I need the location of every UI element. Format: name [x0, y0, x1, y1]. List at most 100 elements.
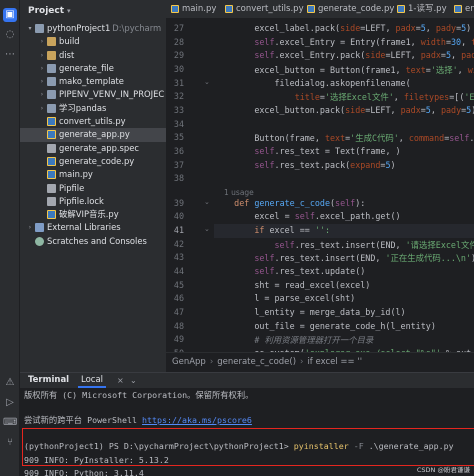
line-number: 34	[173, 118, 184, 129]
tree-item-name: build	[59, 36, 80, 47]
chevron-right-icon[interactable]: ›	[38, 49, 46, 62]
tree-item-label: generate_app.py	[59, 128, 130, 141]
code-line: self.excel_Entry = Entry(frame1, width=3…	[254, 36, 474, 47]
editor-tab[interactable]: generate_code.py	[304, 0, 394, 18]
folder-icon	[47, 77, 56, 87]
terminal-icon[interactable]: ⌨	[3, 416, 17, 430]
terminal-line: (pythonProject1) PS D:\pycharmProject\py…	[24, 441, 454, 451]
project-panel-title: Project	[28, 6, 65, 16]
powershell-link[interactable]: https://aka.ms/pscore6	[142, 415, 252, 425]
tree-item-label: main.py	[59, 168, 93, 181]
line-number: 28	[173, 36, 184, 47]
tree-item[interactable]: 破解VIP音乐.py	[20, 208, 166, 221]
terminal-title: Terminal	[28, 375, 70, 385]
tree-item-name: convert_utils.py	[59, 116, 126, 127]
editor-tab[interactable]: main.py	[168, 0, 217, 18]
line-number: 37	[173, 159, 184, 170]
usages-hint[interactable]: 1 usage	[224, 188, 254, 197]
chevron-down-icon[interactable]: ▾	[26, 22, 34, 35]
tree-item[interactable]: Scratches and Consoles	[20, 235, 166, 248]
tree-item[interactable]: convert_utils.py	[20, 115, 166, 128]
chevron-right-icon[interactable]: ›	[38, 62, 46, 75]
tree-item[interactable]: › build	[20, 35, 166, 48]
tree-item[interactable]: generate_app.py	[20, 128, 166, 142]
terminal-command: pyinstaller	[293, 441, 349, 451]
tree-item-label: build	[59, 35, 80, 48]
tab-local[interactable]: Local	[78, 373, 107, 388]
run-icon[interactable]: ▷	[3, 396, 17, 410]
tree-item[interactable]: › External Libraries	[20, 221, 166, 234]
breadcrumb-item[interactable]: generate_c_code()	[217, 357, 296, 367]
tree-item-name: External Libraries	[47, 222, 121, 233]
tree-item[interactable]: › 学习pandas	[20, 102, 166, 115]
tree-item-name: generate_code.py	[59, 155, 135, 166]
chevron-right-icon[interactable]: ›	[38, 102, 46, 115]
breadcrumb-item[interactable]: GenApp	[172, 357, 206, 367]
tree-item[interactable]: generate_code.py	[20, 155, 166, 168]
tree-item[interactable]: ▾ pythonProject1 D:\pycharm	[20, 22, 166, 35]
tree-item-name: dist	[59, 49, 75, 60]
git-icon[interactable]: ⑂	[3, 436, 17, 450]
folder-icon	[47, 90, 56, 100]
tree-item[interactable]: main.py	[20, 168, 166, 181]
file-icon	[47, 143, 56, 153]
tree-item-path: D:\pycharm	[112, 23, 162, 33]
chevron-right-icon[interactable]: ›	[38, 35, 46, 48]
code-editor[interactable]: excel_label.pack(side=LEFT, padx=5, pady…	[214, 20, 474, 352]
chevron-down-icon[interactable]: ⌄	[130, 373, 137, 388]
chevron-right-icon[interactable]: ›	[26, 221, 34, 234]
code-line: self.res_text.insert(END, '请选择Excel文件 \n…	[274, 239, 474, 250]
editor-tab[interactable]: ent	[451, 0, 474, 18]
commit-icon[interactable]: ◌	[3, 28, 17, 42]
folder-icon[interactable]: ▣	[3, 8, 17, 22]
terminal-line: 909 INFO: Python: 3.11.4	[24, 468, 144, 476]
project-tree: ▾ pythonProject1 D:\pycharm › build › dist › gen…	[20, 22, 166, 248]
tree-item-label: 学习pandas	[59, 102, 106, 115]
python-file-icon	[47, 156, 56, 166]
tree-item-label: Pipfile	[59, 182, 84, 195]
tree-item[interactable]: › PIPENV_VENV_IN_PROJEC	[20, 88, 166, 101]
editor-tab-label: 1-读写.py	[408, 4, 447, 14]
line-number: 30	[173, 63, 184, 74]
editor-tab-label: main.py	[182, 4, 217, 14]
chevron-right-icon[interactable]: ›	[38, 88, 46, 101]
fold-icon[interactable]: ⌄	[204, 78, 210, 86]
breadcrumb-item[interactable]: if excel == ''	[307, 357, 362, 367]
project-panel-header[interactable]: Project ▾	[20, 0, 166, 22]
editor-tab[interactable]: 1-读写.py	[394, 0, 447, 18]
code-line: title='选择Excel文件', filetypes=[('Excel	[294, 92, 474, 103]
close-icon[interactable]: ×	[117, 373, 124, 388]
terminal-text: 尝试新的跨平台 PowerShell	[24, 415, 143, 425]
tree-item[interactable]: Pipfile.lock	[20, 195, 166, 208]
code-line: if excel == '':	[254, 225, 330, 236]
fold-icon[interactable]: ⌄	[204, 198, 210, 206]
python-file-icon	[47, 210, 56, 220]
line-number: 49	[173, 334, 184, 345]
editor-tabs: main.py convert_utils.py generate_code.py 1…	[166, 0, 474, 19]
fold-icon[interactable]: ⌄	[204, 225, 210, 233]
terminal-output[interactable]: CSDN @盼君谦谦 版权所有 (C) Microsoft Corporatio…	[20, 388, 474, 476]
more-icon[interactable]: ⋯	[3, 48, 17, 62]
tree-item[interactable]: › generate_file	[20, 62, 166, 75]
tree-item[interactable]: Pipfile	[20, 182, 166, 195]
line-number: 32	[173, 91, 184, 102]
problems-icon[interactable]: ⚠	[3, 376, 17, 390]
editor-tab-label: convert_utils.py	[236, 4, 304, 14]
chevron-right-icon[interactable]: ›	[38, 75, 46, 88]
code-line: # 利用资源管理器打开一个目录	[254, 335, 374, 346]
python-file-icon	[47, 170, 56, 180]
line-number: 35	[173, 132, 184, 143]
editor-tab[interactable]: convert_utils.py	[222, 0, 304, 18]
terminal-prompt: (pythonProject1) PS D:\pycharmProject\py…	[24, 441, 294, 451]
code-line: excel_button = Button(frame1, text='选择',…	[214, 64, 474, 75]
terminal-flag: -F	[348, 441, 369, 451]
chevron-down-icon[interactable]: ▾	[67, 7, 71, 15]
tree-item[interactable]: generate_app.spec	[20, 142, 166, 155]
tree-item-name: Pipfile	[59, 182, 85, 193]
tree-item-name: main.py	[59, 169, 93, 180]
tree-item[interactable]: › mako_template	[20, 75, 166, 88]
tree-item[interactable]: › dist	[20, 49, 166, 62]
python-file-icon	[171, 5, 179, 13]
code-line: self.excel_Entry.pack(side=LEFT, padx=5,…	[254, 50, 474, 61]
editor-tab-label: ent	[465, 4, 474, 14]
